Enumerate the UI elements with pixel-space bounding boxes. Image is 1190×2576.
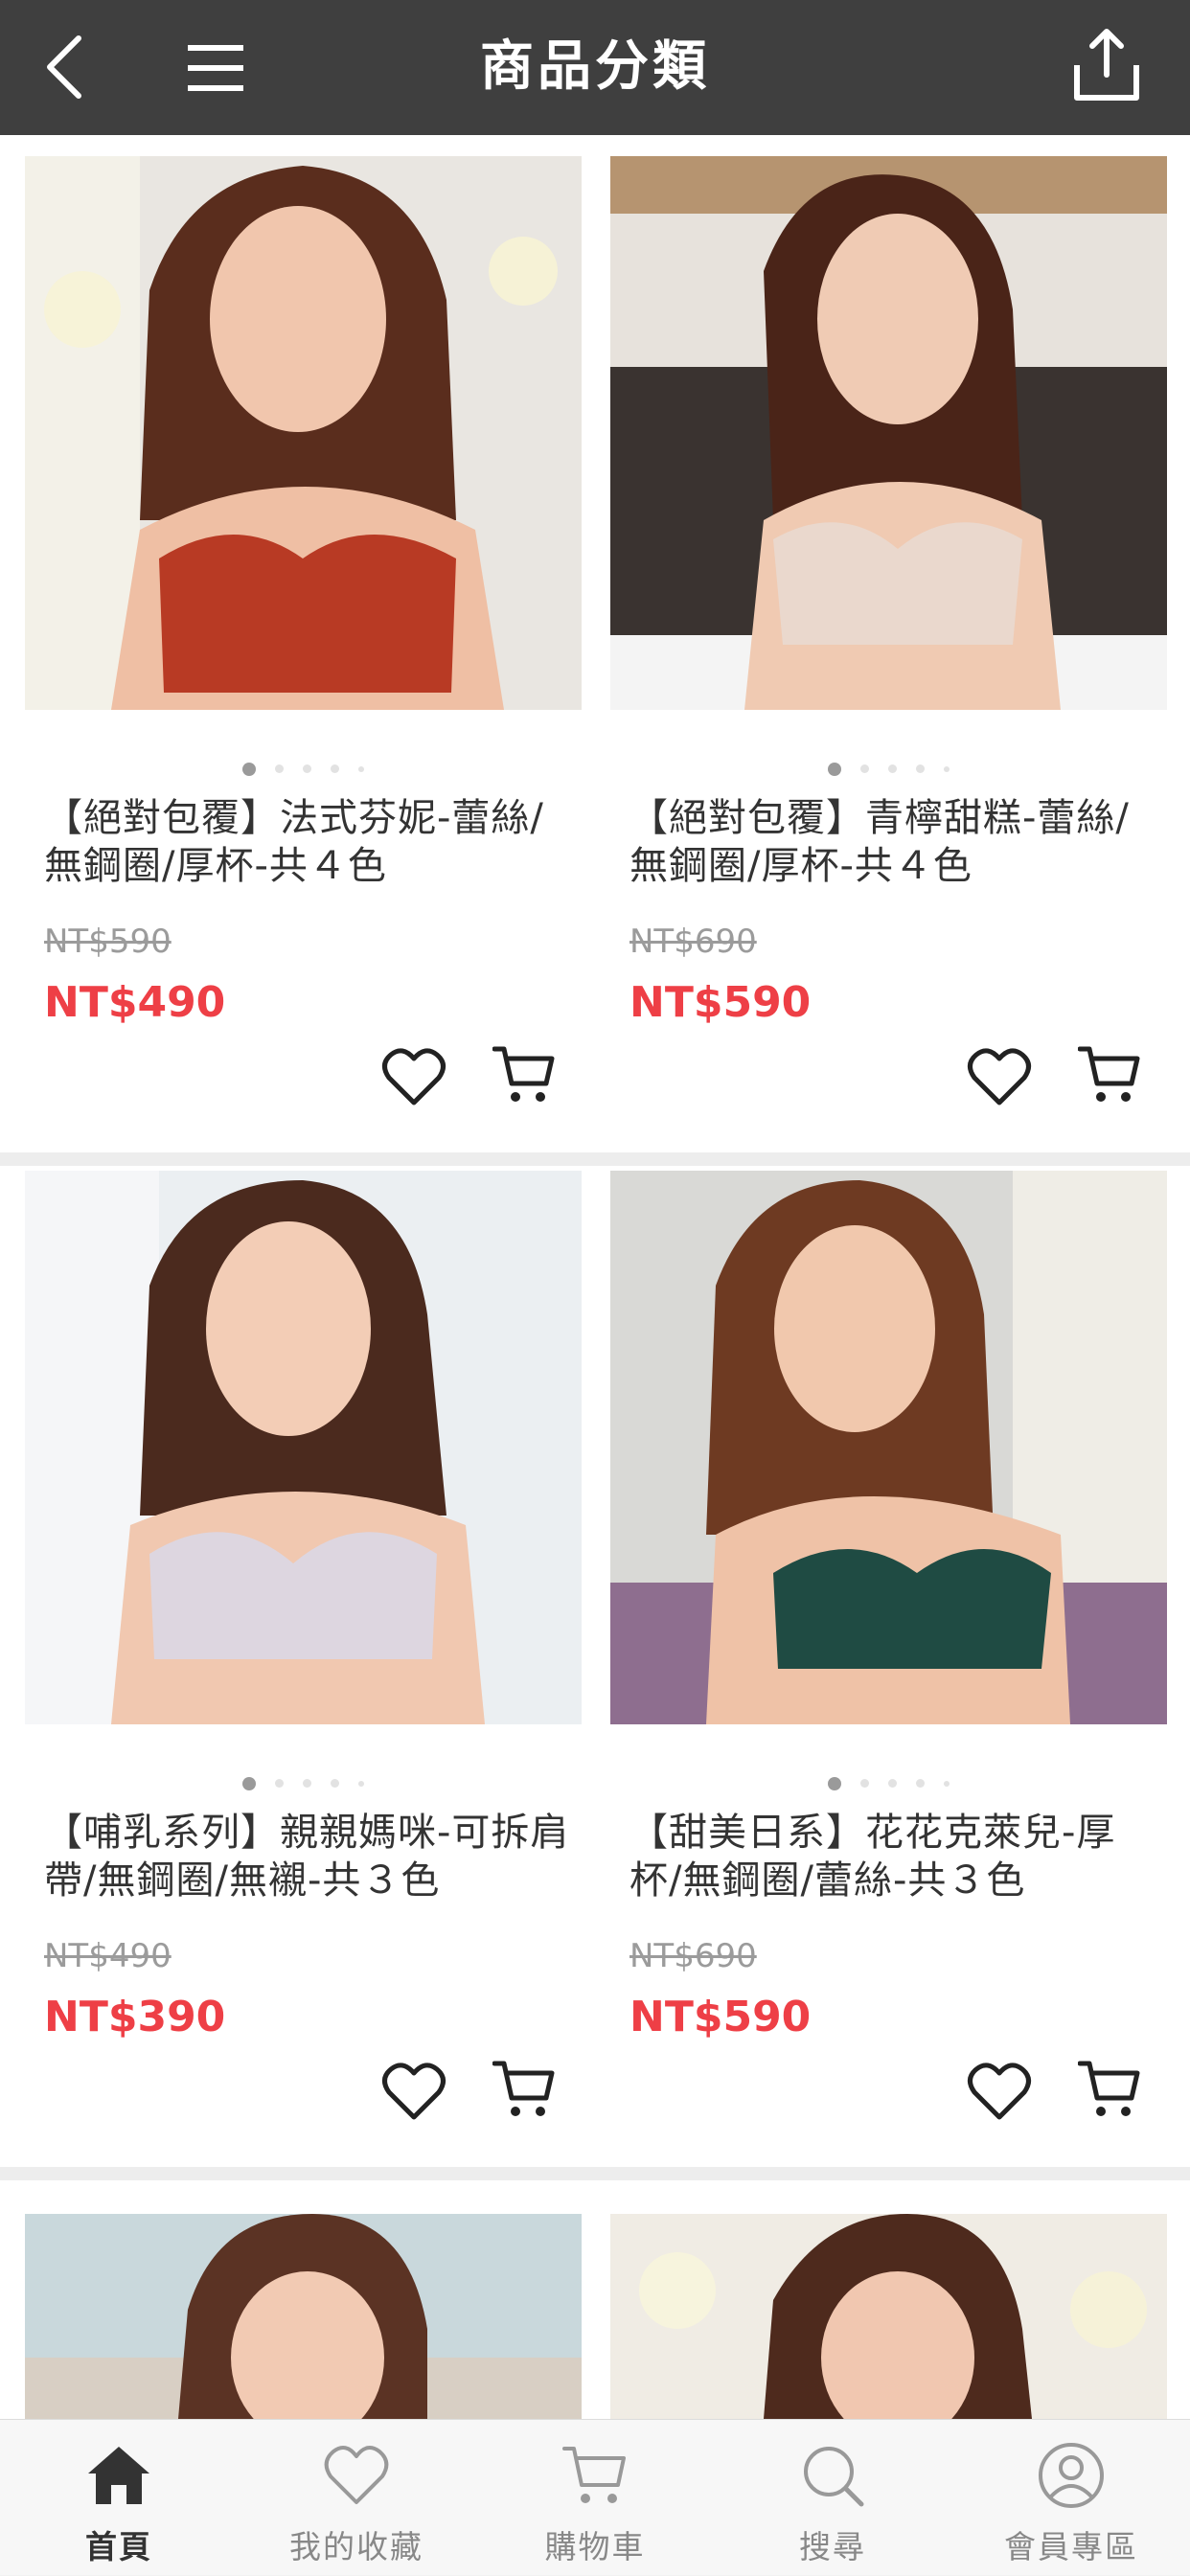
image-carousel-dots <box>25 759 582 778</box>
original-price: NT$690 <box>629 1937 757 1975</box>
tab-cart[interactable]: 購物車 <box>476 2420 714 2576</box>
bottom-tab-bar: 首頁 我的收藏 購物車 搜尋 會員專區 <box>0 2419 1190 2575</box>
row-divider <box>0 2167 1190 2180</box>
image-carousel-dots <box>25 1773 582 1792</box>
add-to-cart-icon[interactable] <box>1078 2058 1141 2121</box>
original-price: NT$590 <box>44 923 172 961</box>
sale-price: NT$590 <box>629 978 812 1027</box>
original-price: NT$490 <box>44 1937 172 1975</box>
product-image[interactable] <box>25 156 582 710</box>
favorite-heart-icon[interactable] <box>381 1047 446 1106</box>
home-icon <box>88 2447 149 2504</box>
add-to-cart-icon[interactable] <box>492 2058 556 2121</box>
product-card[interactable]: 【絕對包覆】法式芬妮-蕾絲/無鋼圈/厚杯-共４色 NT$590 NT$490 <box>25 156 582 1152</box>
favorite-heart-icon[interactable] <box>381 2062 446 2121</box>
tab-label: 首頁 <box>85 2528 152 2565</box>
product-name[interactable]: 【哺乳系列】親親媽咪-可拆肩帶/無鋼圈/無襯-共３色 <box>44 1809 581 1904</box>
image-carousel-dots <box>610 759 1167 778</box>
product-name[interactable]: 【絕對包覆】法式芬妮-蕾絲/無鋼圈/厚杯-共４色 <box>44 794 581 890</box>
row-divider <box>0 1152 1190 1166</box>
share-upload-icon[interactable] <box>1071 27 1142 103</box>
tab-label: 搜尋 <box>799 2528 866 2565</box>
product-image[interactable] <box>25 2214 582 2419</box>
sale-price: NT$490 <box>44 978 226 1027</box>
product-name[interactable]: 【甜美日系】花花克萊兒-厚杯/無鋼圈/蕾絲-共３色 <box>629 1809 1166 1904</box>
tab-home[interactable]: 首頁 <box>0 2420 238 2576</box>
tab-search[interactable]: 搜尋 <box>714 2420 951 2576</box>
product-card[interactable]: 【哺乳系列】親親媽咪-可拆肩帶/無鋼圈/無襯-共３色 NT$490 NT$390 <box>25 1171 582 2167</box>
tab-member[interactable]: 會員專區 <box>952 2420 1190 2576</box>
search-icon <box>804 2447 864 2507</box>
original-price: NT$690 <box>629 923 757 961</box>
image-carousel-dots <box>610 1773 1167 1792</box>
sale-price: NT$390 <box>44 1993 226 2041</box>
product-card[interactable] <box>610 2214 1167 2419</box>
sale-price: NT$590 <box>629 1993 812 2041</box>
heart-icon <box>324 2446 389 2504</box>
product-name[interactable]: 【絕對包覆】青檸甜糕-蕾絲/無鋼圈/厚杯-共４色 <box>629 794 1166 890</box>
add-to-cart-icon[interactable] <box>1078 1043 1141 1106</box>
product-image[interactable] <box>25 1171 582 1724</box>
product-card[interactable] <box>25 2214 582 2419</box>
favorite-heart-icon[interactable] <box>967 1047 1032 1106</box>
product-card[interactable]: 【甜美日系】花花克萊兒-厚杯/無鋼圈/蕾絲-共３色 NT$690 NT$590 <box>610 1171 1167 2167</box>
tab-label: 會員專區 <box>1004 2528 1138 2565</box>
tab-label: 購物車 <box>544 2528 646 2565</box>
product-image[interactable] <box>610 1171 1167 1724</box>
cart-icon <box>562 2447 626 2503</box>
product-card[interactable]: 【絕對包覆】青檸甜糕-蕾絲/無鋼圈/厚杯-共４色 NT$690 NT$590 <box>610 156 1167 1152</box>
account-icon <box>1039 2443 1104 2508</box>
product-grid[interactable]: 【絕對包覆】法式芬妮-蕾絲/無鋼圈/厚杯-共４色 NT$590 NT$490 【… <box>0 135 1190 2419</box>
page-title: 商品分類 <box>480 35 710 98</box>
favorite-heart-icon[interactable] <box>967 2062 1032 2121</box>
top-navigation-bar: 商品分類 <box>0 0 1190 135</box>
tab-favorites[interactable]: 我的收藏 <box>238 2420 475 2576</box>
product-image[interactable] <box>610 156 1167 710</box>
tab-label: 我的收藏 <box>289 2528 423 2565</box>
add-to-cart-icon[interactable] <box>492 1043 556 1106</box>
product-image[interactable] <box>610 2214 1167 2419</box>
